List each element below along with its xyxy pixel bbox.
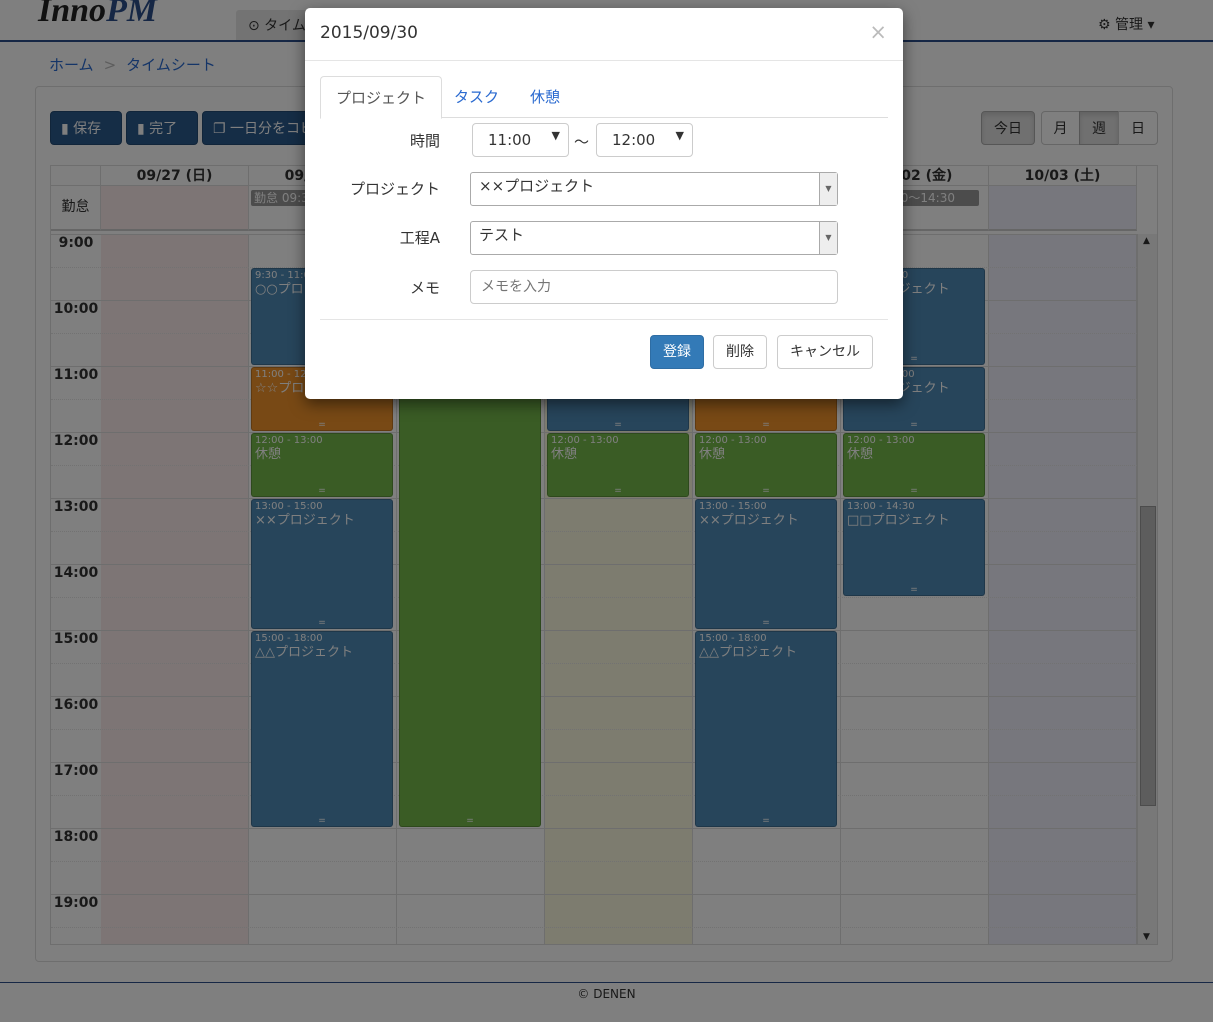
modal-footer-divider [320,319,888,320]
caret-down-icon: ▼ [675,129,684,142]
time-label: 時間 [409,132,440,150]
time-range-separator: 〜 [574,133,590,151]
close-icon[interactable]: × [869,20,887,44]
chevron-down-icon[interactable]: ▼ [819,173,837,205]
delete-button[interactable]: 削除 [713,335,767,369]
project-select[interactable]: ××プロジェクト ▼ [470,172,838,206]
cancel-button[interactable]: キャンセル [777,335,873,369]
project-label: プロジェクト [349,180,440,198]
register-button[interactable]: 登録 [650,335,704,369]
memo-label: メモ [409,279,440,297]
chevron-down-icon[interactable]: ▼ [819,222,837,254]
process-select[interactable]: テスト ▼ [470,221,838,255]
start-time-select[interactable]: 11:00 ▼ [472,123,569,157]
tab-project[interactable]: プロジェクト [320,76,443,119]
tab-task[interactable]: タスク [439,76,514,118]
memo-input[interactable] [470,270,838,304]
modal-tabs: プロジェクト タスク 休憩 [320,76,888,119]
end-time-select[interactable]: 12:00 ▼ [596,123,693,157]
caret-down-icon: ▼ [551,129,560,142]
process-label: 工程A [399,229,440,247]
modal-header: 2015/09/30 × [305,8,903,61]
event-modal: 2015/09/30 × プロジェクト タスク 休憩 時間 11:00 ▼ 〜 1… [305,8,903,399]
tab-break[interactable]: 休憩 [515,76,575,118]
modal-title: 2015/09/30 [320,23,418,43]
